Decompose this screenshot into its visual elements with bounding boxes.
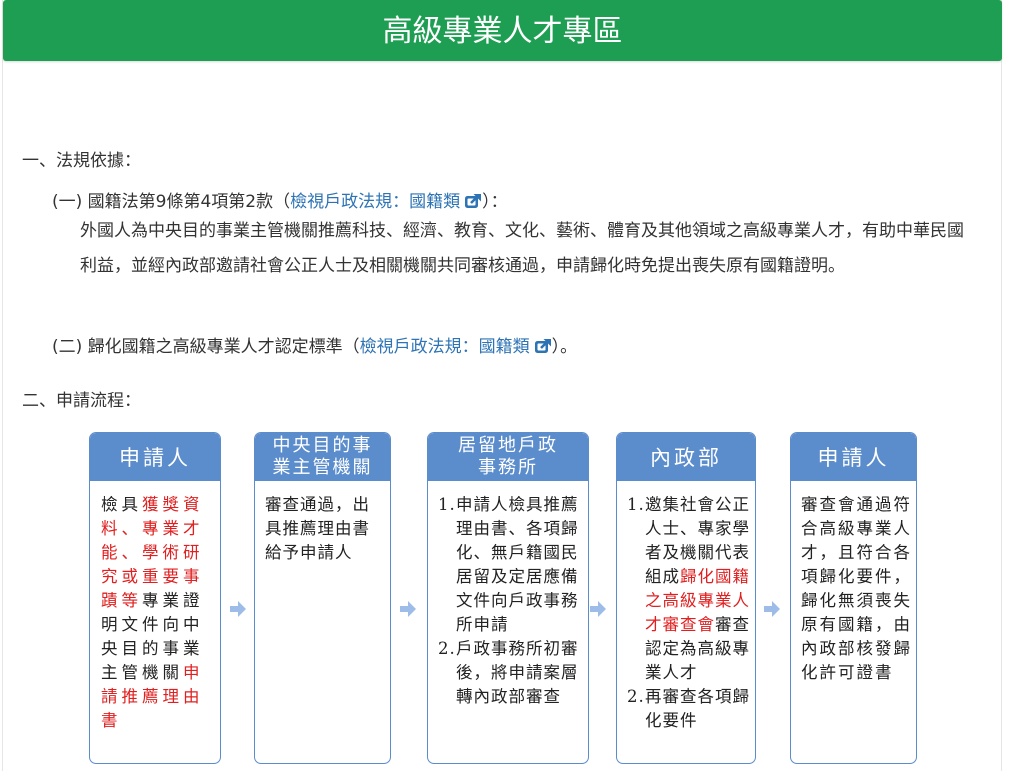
flow-step: 2. 再審查各項歸化要件	[627, 685, 751, 733]
flow-box-applicant-body: 檢具獲獎資料、專業才能、學術研究或重要事蹟等專業證明文件向中央目的事業主管機關申…	[90, 481, 220, 733]
household-regulation-link-1[interactable]: 檢視戶政法規：國籍類	[290, 192, 482, 212]
flow-box-applicant-result-title: 申請人	[791, 433, 916, 481]
household-regulation-link-2[interactable]: 檢視戶政法規：國籍類	[360, 337, 552, 357]
flow-box-household-office-body: 1. 申請人檢具推薦理由書、各項歸化、無戶籍國民居留及定居應備文件向戶政事務所申請…	[428, 481, 588, 709]
flow-box-applicant: 申請人 檢具獲獎資料、專業才能、學術研究或重要事蹟等專業證明文件向中央目的事業主…	[89, 432, 221, 764]
step-number: 2.	[438, 639, 456, 658]
flow-box-ministry-of-interior-body: 1. 邀集社會公正人士、專家學者及機關代表組成歸化國籍之高級專業人才審查會審查認定…	[617, 481, 755, 733]
flow-step: 1. 申請人檢具推薦理由書、各項歸化、無戶籍國民居留及定居應備文件向戶政事務所申請	[438, 493, 582, 637]
flow-box-title-text: 中央目的事業主管機關	[272, 435, 373, 478]
step-number: 1.	[438, 495, 456, 514]
flow-box-applicant-result-body: 審查會通過符合高級專業人才，且符合各項歸化要件，歸化無須喪失原有國籍，由內政部核…	[801, 495, 912, 682]
step-text: 申請人檢具推薦理由書、各項歸化、無戶籍國民居留及定居應備文件向戶政事務所申請	[456, 495, 579, 634]
external-link-icon[interactable]	[534, 338, 552, 354]
flow-text: 檢具	[101, 495, 142, 514]
flow-box-applicant-result: 申請人 審查會通過符合高級專業人才，且符合各項歸化要件，歸化無須喪失原有國籍，由…	[790, 432, 917, 764]
flow-box-ministry-of-interior-title: 內政部	[617, 433, 755, 481]
legal-item-2: (二) 歸化國籍之高級專業人才認定標準（檢視戶政法規：國籍類 ）。	[52, 332, 577, 357]
flow-step: 1. 邀集社會公正人士、專家學者及機關代表組成歸化國籍之高級專業人才審查會審查認定…	[627, 493, 751, 685]
household-regulation-link-1-label[interactable]: 檢視戶政法規：國籍類	[290, 192, 460, 212]
legal-description-paragraph: 外國人為中央目的事業主管機關推薦科技、經濟、教育、文化、藝術、體育及其他領域之高…	[80, 221, 964, 276]
step-text: 再審查各項歸化要件	[645, 687, 750, 730]
section-heading-application-process: 二、申請流程：	[22, 391, 141, 411]
flow-box-household-office: 居留地戶政事務所 1. 申請人檢具推薦理由書、各項歸化、無戶籍國民居留及定居應備文…	[427, 432, 589, 764]
right-arrow-icon	[590, 601, 606, 617]
right-arrow-icon	[400, 601, 416, 617]
legal-item-1: (一) 國籍法第9條第4項第2款（檢視戶政法規：國籍類 ）：	[52, 187, 508, 212]
step-text: 戶政事務所初審後，將申請案層轉內政部審查	[456, 639, 579, 706]
page-title: 高級專業人才專區	[3, 0, 1002, 61]
flow-box-applicant-title: 申請人	[90, 433, 220, 481]
flow-box-competent-authority: 中央目的事業主管機關 審查通過，出具推薦理由書給予申請人	[254, 432, 391, 764]
step-number: 1.	[627, 495, 645, 514]
household-regulation-link-2-label[interactable]: 檢視戶政法規：國籍類	[360, 337, 530, 357]
flow-box-title-text: 居留地戶政事務所	[458, 435, 558, 478]
right-arrow-icon	[230, 601, 246, 617]
flow-box-competent-authority-title: 中央目的事業主管機關	[255, 433, 390, 481]
external-link-icon[interactable]	[464, 193, 482, 209]
flow-step: 2. 戶政事務所初審後，將申請案層轉內政部審查	[438, 637, 582, 709]
legal-item-2-suffix: ）。	[551, 337, 578, 357]
flow-box-competent-authority-body: 審查通過，出具推薦理由書給予申請人	[265, 495, 370, 562]
legal-item-1-text: (一) 國籍法第9條第4項第2款（	[52, 192, 291, 212]
legal-item-2-text: (二) 歸化國籍之高級專業人才認定標準（	[52, 337, 360, 357]
flow-box-ministry-of-interior: 內政部 1. 邀集社會公正人士、專家學者及機關代表組成歸化國籍之高級專業人才審查會…	[616, 432, 756, 764]
step-number: 2.	[627, 687, 645, 706]
section-heading-legal-basis: 一、法規依據：	[22, 151, 141, 171]
legal-item-1-suffix: ）：	[482, 192, 508, 212]
flow-box-household-office-title: 居留地戶政事務所	[428, 433, 588, 481]
right-arrow-icon	[764, 601, 780, 617]
